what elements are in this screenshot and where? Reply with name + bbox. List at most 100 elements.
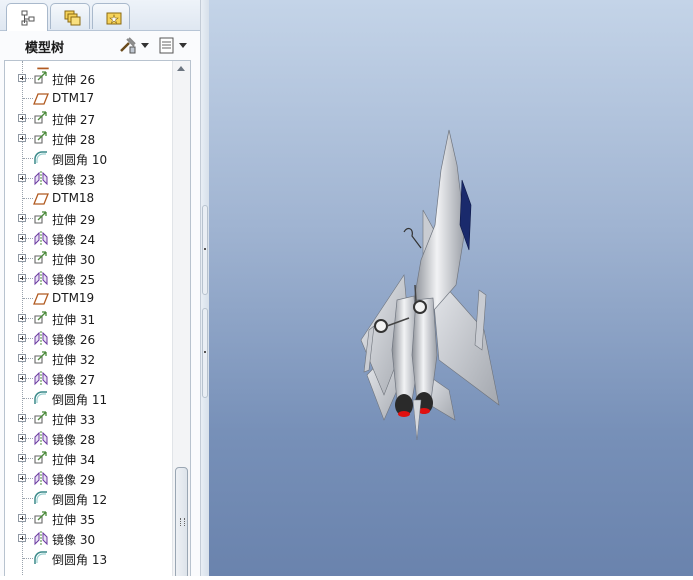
datum-plane-icon: [33, 90, 49, 106]
model-tree-icon: [21, 10, 35, 26]
extrude-icon: [33, 510, 49, 526]
mirror-icon: [33, 530, 49, 546]
tree-row-label: 拉伸 35: [52, 513, 96, 527]
mirror-icon: [33, 230, 49, 246]
datum-plane-icon: [33, 190, 49, 206]
tree-row[interactable]: 拉伸 29: [5, 208, 173, 228]
tree-row[interactable]: 镜像 30: [5, 528, 173, 548]
tree-row-label: 倒圆角 13: [52, 553, 108, 567]
mirror-icon: [33, 430, 49, 446]
tree-row[interactable]: 拉伸 26: [5, 68, 173, 88]
tree-row[interactable]: 镜像 23: [5, 168, 173, 188]
model-tree[interactable]: 拉伸 26 DTM17 拉伸 27 拉伸 28 倒圆角 10 镜像 23 DTM18 拉伸 2…: [4, 60, 191, 576]
tree-row-label: 镜像 24: [52, 233, 96, 247]
tree-row-label: DTM18: [52, 191, 95, 205]
model-tree-header: 模型树: [0, 31, 200, 59]
tree-row[interactable]: 拉伸 28: [5, 128, 173, 148]
tree-columns-icon: [159, 37, 174, 54]
tree-row[interactable]: DTM18: [5, 188, 173, 208]
tree-row[interactable]: 拉伸 30: [5, 248, 173, 268]
tree-row-label: 倒圆角 12: [52, 493, 108, 507]
chevron-down-icon: [141, 42, 149, 48]
extrude-icon: [33, 350, 49, 366]
tree-row-label: 镜像 26: [52, 333, 96, 347]
extrude-icon: [33, 70, 49, 86]
folder-icon: [64, 10, 81, 26]
mirror-icon: [33, 370, 49, 386]
mirror-icon: [33, 470, 49, 486]
tree-row-label: 镜像 30: [52, 533, 96, 547]
navigator-tabs: [0, 0, 200, 31]
tree-scrollbar[interactable]: [172, 61, 190, 576]
extrude-icon: [33, 110, 49, 126]
tree-row[interactable]: 拉伸 27: [5, 108, 173, 128]
tree-row[interactable]: 镜像 25: [5, 268, 173, 288]
extrude-icon: [33, 450, 49, 466]
extrude-icon: [33, 250, 49, 266]
model-tree-panel: 模型树 拉伸 26 DTM17 拉伸 27 拉伸 28 倒圆角 10 镜像 23 DTM18…: [0, 0, 200, 576]
tree-row[interactable]: 拉伸 31: [5, 308, 173, 328]
jet-fighter-model[interactable]: [209, 0, 693, 576]
favorites-folder-icon: [106, 12, 122, 25]
tree-row-label: 倒圆角 11: [52, 393, 108, 407]
tree-row[interactable]: 拉伸 35: [5, 508, 173, 528]
tree-row-label: 镜像 23: [52, 173, 96, 187]
tree-row[interactable]: 倒圆角 10: [5, 148, 173, 168]
round-icon: [33, 550, 49, 566]
round-icon: [33, 390, 49, 406]
tree-row-label: 拉伸 33: [52, 413, 96, 427]
tree-row-label: 拉伸 26: [52, 73, 96, 87]
tree-row-label: 拉伸 32: [52, 353, 96, 367]
round-icon: [33, 490, 49, 506]
tree-items: 拉伸 26 DTM17 拉伸 27 拉伸 28 倒圆角 10 镜像 23 DTM18 拉伸 2…: [5, 61, 173, 576]
tree-row-label: 倒圆角 10: [52, 153, 108, 167]
tree-row[interactable]: 镜像 28: [5, 428, 173, 448]
tree-row[interactable]: 拉伸 32: [5, 348, 173, 368]
extrude-icon: [33, 130, 49, 146]
tree-row[interactable]: 镜像 24: [5, 228, 173, 248]
extrude-icon: [33, 310, 49, 326]
tree-row-label: DTM19: [52, 291, 95, 305]
tree-row-label: DTM17: [52, 91, 95, 105]
mirror-icon: [33, 270, 49, 286]
splitter-grip-top[interactable]: [202, 205, 208, 295]
settings-button[interactable]: [118, 35, 149, 55]
tree-row-label: 拉伸 27: [52, 113, 96, 127]
extrude-icon: [33, 210, 49, 226]
tree-row[interactable]: 拉伸 33: [5, 408, 173, 428]
tree-row[interactable]: DTM17: [5, 88, 173, 108]
mirror-icon: [33, 330, 49, 346]
round-icon: [33, 150, 49, 166]
tab-folder-browser[interactable]: [50, 3, 90, 29]
tree-row[interactable]: DTM19: [5, 288, 173, 308]
show-columns-button[interactable]: [158, 35, 187, 55]
tree-row-label: 镜像 28: [52, 433, 96, 447]
tree-row[interactable]: 倒圆角 13: [5, 548, 173, 568]
tree-row[interactable]: 倒圆角 12: [5, 488, 173, 508]
tree-row-label: 拉伸 28: [52, 133, 96, 147]
extrude-icon: [33, 410, 49, 426]
tree-row-label: 镜像 29: [52, 473, 96, 487]
graphics-viewport[interactable]: [209, 0, 693, 576]
scroll-up-arrow-icon[interactable]: [177, 66, 185, 71]
splitter-grip-bottom[interactable]: [202, 308, 208, 398]
chevron-down-icon: [179, 42, 187, 48]
scroll-thumb[interactable]: [175, 467, 188, 576]
datum-plane-icon: [33, 290, 49, 306]
panel-title: 模型树: [25, 41, 65, 56]
tree-row-label: 拉伸 30: [52, 253, 96, 267]
tree-row[interactable]: 镜像 29: [5, 468, 173, 488]
tree-row-label: 镜像 27: [52, 373, 96, 387]
tree-row[interactable]: 拉伸 34: [5, 448, 173, 468]
tree-row-label: 拉伸 29: [52, 213, 96, 227]
tab-model-tree[interactable]: [6, 3, 48, 31]
tree-row[interactable]: 镜像 26: [5, 328, 173, 348]
tree-row-insert-here[interactable]: [5, 568, 173, 576]
tree-row-label: 拉伸 34: [52, 453, 96, 467]
tree-row[interactable]: 倒圆角 11: [5, 388, 173, 408]
tree-row[interactable]: 镜像 27: [5, 368, 173, 388]
mirror-icon: [33, 170, 49, 186]
tree-row-label: 拉伸 31: [52, 313, 96, 327]
panel-splitter[interactable]: [200, 0, 209, 576]
tab-favorites[interactable]: [92, 3, 130, 29]
